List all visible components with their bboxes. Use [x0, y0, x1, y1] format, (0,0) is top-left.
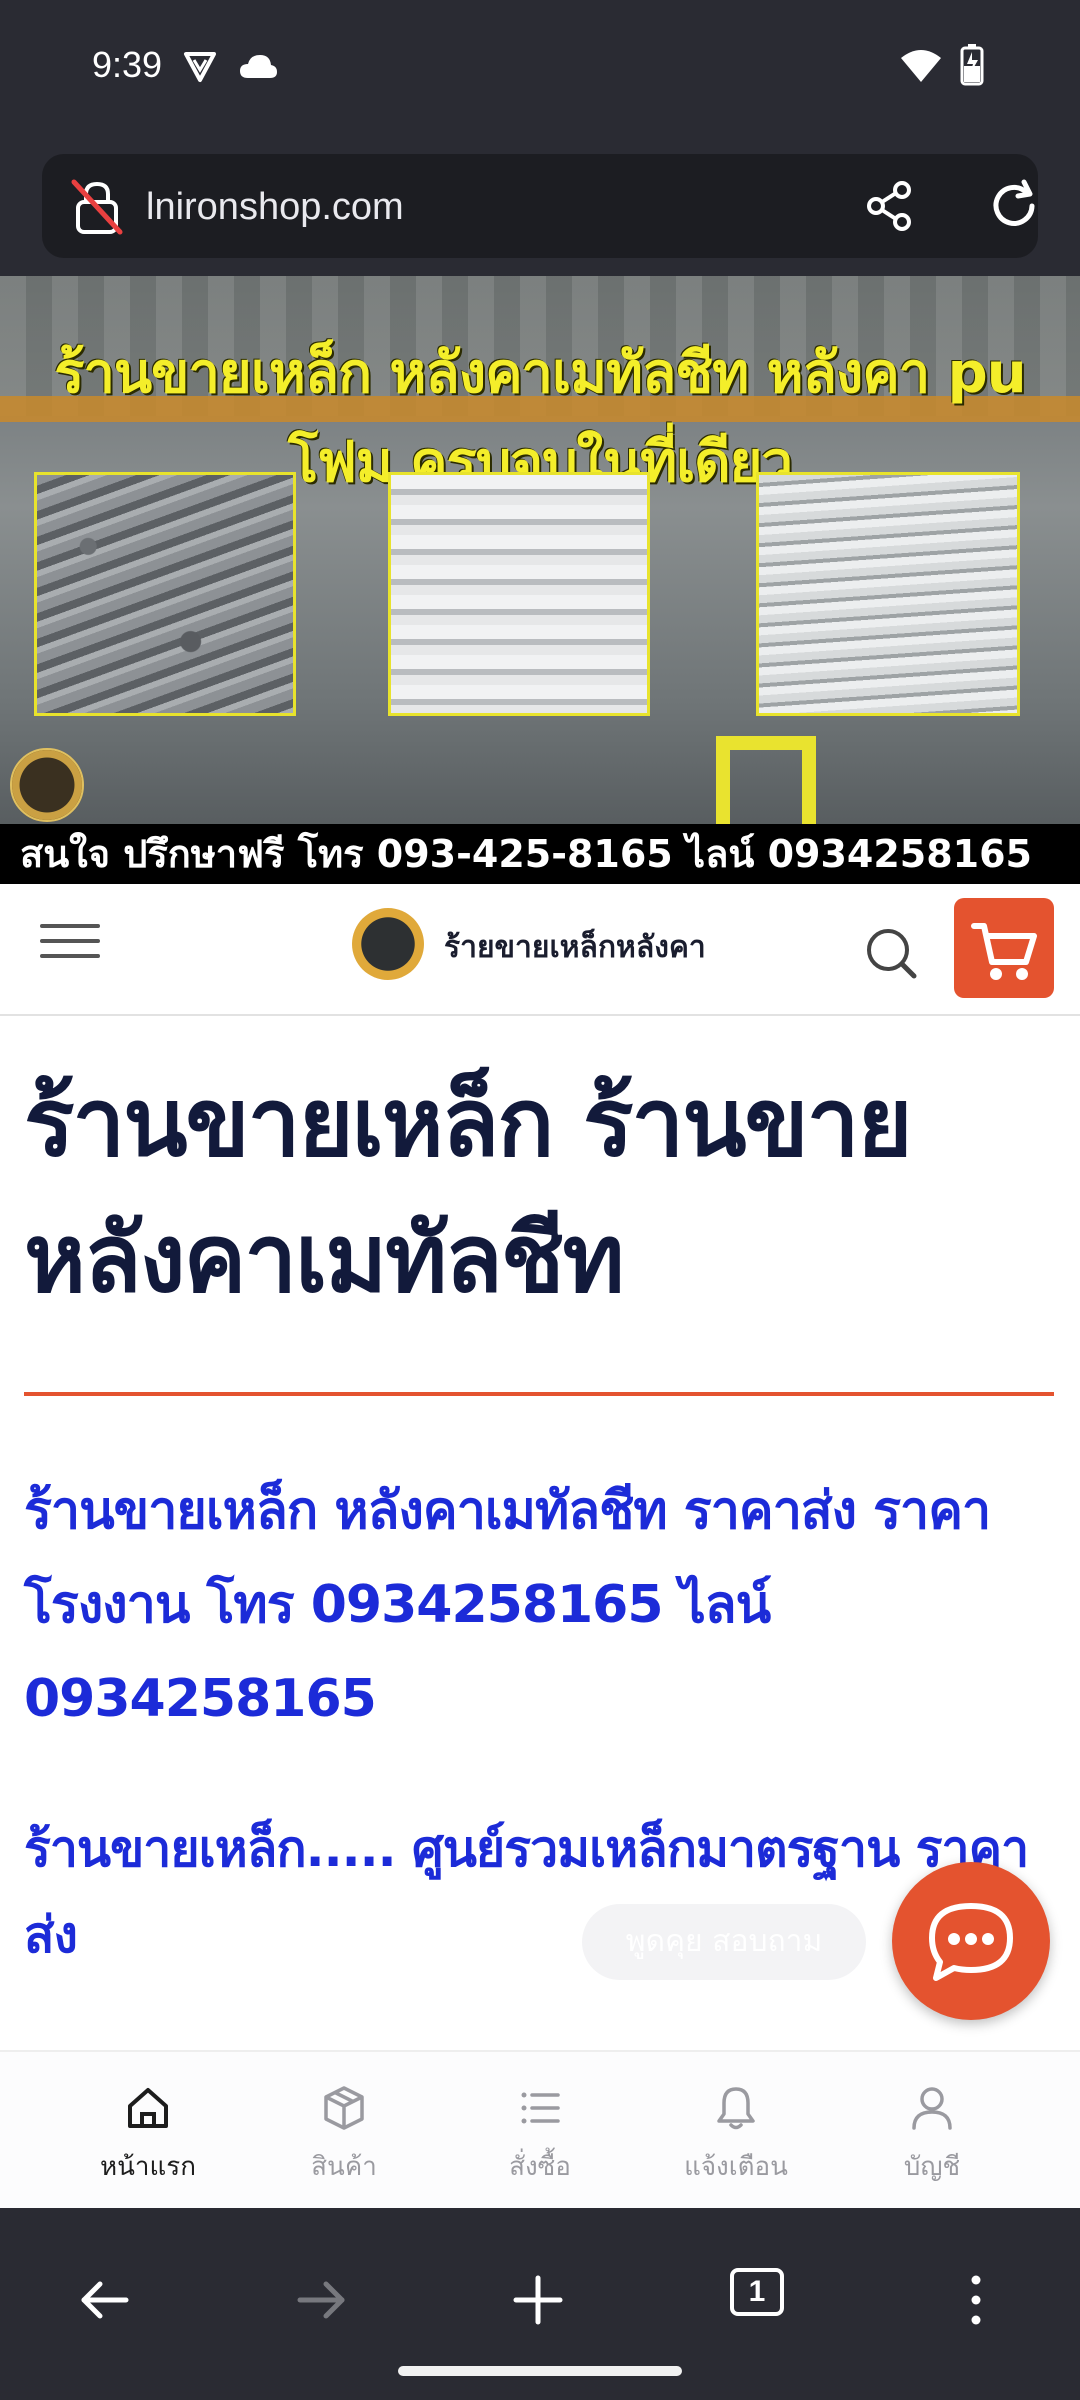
- battery-charging-icon: [960, 44, 984, 86]
- nav-account[interactable]: บัญชี: [834, 2052, 1030, 2210]
- status-bar: 9:39: [0, 0, 1080, 140]
- main-content: ร้านขายเหล็ก ร้านขายหลังคาเมทัลชีท ร้านข…: [0, 1016, 1080, 2050]
- cloud-icon: [240, 55, 277, 78]
- nav-home-label: หน้าแรก: [100, 2152, 196, 2182]
- vpn-shield-icon: [184, 52, 216, 82]
- home-indicator[interactable]: [398, 2366, 682, 2376]
- status-time: 9:39: [92, 44, 163, 85]
- banner-photo-steel-tubes: [756, 472, 1020, 716]
- site-logo[interactable]: [352, 908, 424, 980]
- chat-hint-bubble[interactable]: พูดคุย สอบถาม: [582, 1904, 866, 1980]
- box-icon: [324, 2086, 364, 2130]
- subheading-contact: ร้านขายเหล็ก หลังคาเมทัลชีท ราคาส่ง ราคา…: [24, 1481, 991, 1729]
- back-arrow-icon[interactable]: [76, 2272, 132, 2328]
- address-bar[interactable]: lnironshop.com: [42, 154, 1038, 258]
- nav-notifications[interactable]: แจ้งเตือน: [638, 2052, 834, 2210]
- forward-arrow-icon[interactable]: [294, 2272, 350, 2328]
- site-name[interactable]: ร้ายขายเหล็กหลังคา: [444, 924, 706, 971]
- home-icon: [128, 2088, 168, 2128]
- more-options-icon[interactable]: [956, 2272, 996, 2328]
- banner-photo-rebar: [34, 472, 296, 716]
- cart-icon: [971, 923, 1037, 980]
- user-icon: [912, 2087, 952, 2130]
- wifi-icon: [901, 50, 941, 82]
- reload-icon[interactable]: [984, 176, 1044, 236]
- tab-switcher-button[interactable]: 1: [730, 2268, 784, 2316]
- banner-contact-strip: สนใจ ปรึกษาฟรี โทร 093-425-8165 ไลน์ 093…: [0, 824, 1080, 884]
- nav-orders[interactable]: สั่งซื้อ: [442, 2052, 638, 2210]
- nav-account-label: บัญชี: [903, 2152, 961, 2182]
- share-icon[interactable]: [862, 178, 918, 234]
- nav-products-label: สินค้า: [311, 2152, 377, 2182]
- nav-orders-label: สั่งซื้อ: [509, 2152, 571, 2182]
- nav-home[interactable]: หน้าแรก: [50, 2052, 246, 2210]
- cart-button[interactable]: [954, 898, 1054, 998]
- browser-bottom-bar: 1: [0, 2208, 1080, 2400]
- nav-notifications-label: แจ้งเตือน: [684, 2152, 788, 2182]
- not-secure-lock-icon[interactable]: [70, 178, 124, 236]
- chat-icon: [929, 1903, 1013, 1981]
- banner-seal-logo: [10, 748, 84, 822]
- list-icon: [521, 2092, 560, 2124]
- url-text[interactable]: lnironshop.com: [146, 186, 404, 229]
- nav-products[interactable]: สินค้า: [246, 2052, 442, 2210]
- new-tab-icon[interactable]: [510, 2272, 566, 2328]
- page-title: ร้านขายเหล็ก ร้านขายหลังคาเมทัลชีท: [24, 1069, 913, 1314]
- chat-button[interactable]: [892, 1862, 1050, 2020]
- hero-banner[interactable]: ร้านขายเหล็ก หลังคาเมทัลชีท หลังคา pu โฟ…: [0, 276, 1080, 884]
- bell-icon: [717, 2087, 755, 2130]
- banner-photo-metal-sheets: [388, 472, 650, 716]
- browser-toolbar: lnironshop.com: [0, 140, 1080, 276]
- bottom-navigation: หน้าแรก สินค้า สั่งซื้อ แจ้งเตือน บัญชี: [0, 2050, 1080, 2208]
- menu-icon[interactable]: [40, 924, 100, 964]
- search-icon[interactable]: [864, 926, 920, 982]
- title-divider: [24, 1392, 1054, 1396]
